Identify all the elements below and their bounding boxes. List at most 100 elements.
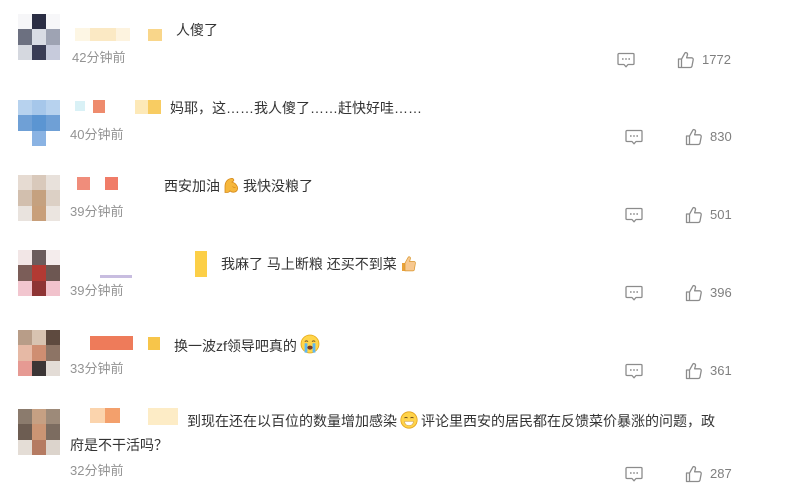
comment-timestamp: 39分钟前 — [70, 204, 124, 219]
like-count: 501 — [710, 207, 732, 222]
avatar-pixel — [32, 190, 46, 206]
avatar-pixel — [32, 439, 46, 455]
like-icon — [685, 128, 703, 146]
avatar-pixel — [18, 424, 32, 440]
avatar-pixel — [18, 130, 32, 146]
avatar-pixel — [18, 190, 32, 206]
avatar-pixel — [18, 175, 32, 191]
like-icon — [685, 465, 703, 483]
comment-text: 我麻了 马上断粮 还买不到菜 — [221, 255, 420, 273]
avatar-pixel — [46, 250, 60, 266]
like-button[interactable]: 1772 — [677, 51, 731, 69]
like-icon — [685, 206, 703, 224]
avatar-pixel — [46, 424, 60, 440]
comment-icon — [625, 466, 643, 482]
comment-text-segment: 换一波zf领导吧真的 — [174, 338, 297, 354]
redacted-username[interactable] — [93, 100, 105, 113]
redacted-username[interactable] — [148, 408, 178, 425]
like-button[interactable]: 287 — [685, 465, 732, 483]
avatar-pixel — [46, 175, 60, 191]
avatar-pixel — [46, 190, 60, 206]
redacted-username[interactable] — [105, 408, 120, 423]
redacted-username[interactable] — [148, 100, 161, 114]
avatar-pixel — [46, 205, 60, 221]
avatar-pixel — [32, 130, 46, 146]
avatar-pixel — [18, 14, 32, 30]
comment-timestamp: 42分钟前 — [72, 50, 126, 65]
comment-text: 妈耶，这……我人傻了……赶快好哇…… — [170, 100, 422, 116]
avatar-pixel — [46, 265, 60, 281]
redacted-username[interactable] — [148, 29, 162, 41]
comment-text-segment: 我麻了 马上断粮 还买不到菜 — [221, 256, 397, 272]
like-button[interactable]: 361 — [685, 362, 732, 380]
avatar-pixel — [18, 345, 32, 361]
redacted-username[interactable] — [148, 337, 160, 350]
comment-icon — [625, 363, 643, 379]
avatar-pixel — [32, 29, 46, 45]
redacted-username[interactable] — [75, 101, 85, 111]
avatar-pixel — [46, 360, 60, 376]
avatar-pixel — [18, 100, 32, 116]
reply-button[interactable] — [617, 52, 635, 68]
comment-item: 人傻了 42分钟前 1772 — [0, 0, 800, 85]
avatar-pixel — [46, 345, 60, 361]
comment-text-segment: 评论里西安的居民都在反馈菜价暴涨的问题，政 — [421, 413, 715, 429]
avatar-pixel — [18, 360, 32, 376]
redacted-username[interactable] — [105, 177, 118, 190]
avatar-pixel — [32, 205, 46, 221]
flexed-biceps-emoji — [223, 177, 240, 194]
comment-list: 人傻了 42分钟前 1772 妈耶，这……我人傻了……赶快好哇…… 40分钟前 … — [0, 0, 800, 500]
like-button[interactable]: 830 — [685, 128, 732, 146]
reply-button[interactable] — [625, 285, 643, 301]
like-count: 830 — [710, 129, 732, 144]
avatar-pixel — [46, 115, 60, 131]
avatar[interactable] — [18, 330, 60, 376]
comment-timestamp: 40分钟前 — [70, 127, 124, 142]
avatar[interactable] — [18, 175, 60, 221]
comment-item: 妈耶，这……我人傻了……赶快好哇…… 40分钟前 830 — [0, 85, 800, 165]
reply-button[interactable] — [625, 129, 643, 145]
avatar-pixel — [18, 44, 32, 60]
comment-item: 西安加油 我快没粮了 39分钟前 501 — [0, 165, 800, 243]
reply-button[interactable] — [625, 207, 643, 223]
comment-icon — [625, 207, 643, 223]
redacted-username[interactable] — [135, 100, 148, 114]
redacted-username[interactable] — [77, 177, 90, 190]
like-button[interactable]: 501 — [685, 206, 732, 224]
avatar-pixel — [18, 409, 32, 425]
avatar-pixel — [18, 29, 32, 45]
avatar[interactable] — [18, 100, 60, 146]
avatar-pixel — [32, 330, 46, 346]
comment-text-continued: 府是不干活吗？ — [70, 437, 168, 453]
reply-button[interactable] — [625, 466, 643, 482]
avatar-pixel — [18, 205, 32, 221]
avatar[interactable] — [18, 250, 60, 296]
avatar[interactable] — [18, 409, 60, 455]
avatar-pixel — [32, 265, 46, 281]
avatar-pixel — [32, 44, 46, 60]
redacted-username[interactable] — [90, 28, 116, 41]
like-count: 361 — [710, 363, 732, 378]
redacted-username[interactable] — [100, 275, 132, 278]
redacted-username[interactable] — [75, 28, 90, 41]
comment-icon — [625, 285, 643, 301]
avatar-pixel — [32, 100, 46, 116]
comment-text: 换一波zf领导吧真的 — [174, 334, 323, 355]
redacted-username[interactable] — [90, 336, 133, 350]
avatar-pixel — [32, 115, 46, 131]
avatar[interactable] — [18, 14, 60, 60]
redacted-username[interactable] — [116, 28, 130, 41]
crying-face-emoji — [300, 334, 320, 354]
avatar-pixel — [32, 345, 46, 361]
comment-timestamp: 33分钟前 — [70, 361, 124, 376]
like-count: 287 — [710, 466, 732, 481]
redacted-username[interactable] — [195, 251, 207, 277]
like-button[interactable]: 396 — [685, 284, 732, 302]
redacted-username[interactable] — [90, 408, 105, 423]
thumbs-up-emoji — [400, 255, 417, 272]
avatar-pixel — [46, 44, 60, 60]
like-icon — [685, 362, 703, 380]
reply-button[interactable] — [625, 363, 643, 379]
comment-text: 人傻了 — [176, 22, 218, 38]
avatar-pixel — [18, 280, 32, 296]
